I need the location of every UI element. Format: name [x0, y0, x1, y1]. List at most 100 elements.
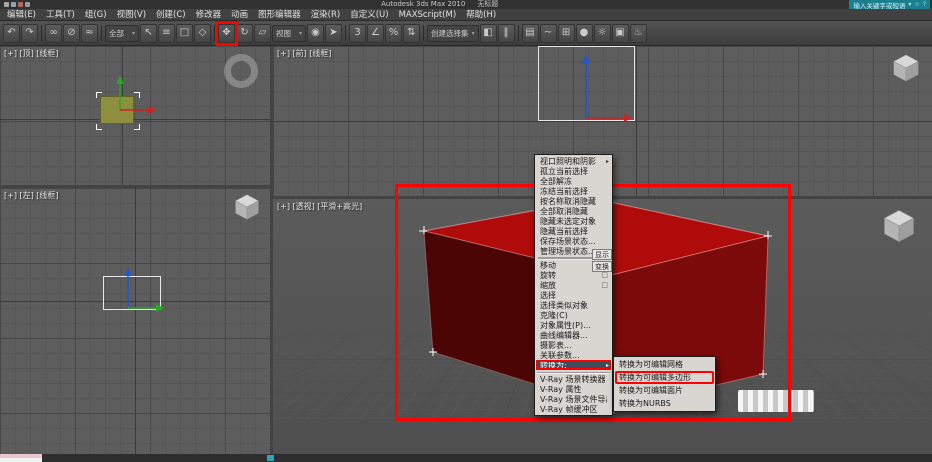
menu-item[interactable]: 自定义(U) [345, 9, 393, 21]
angle-snap-icon[interactable]: ∠ [367, 24, 384, 43]
help-icon[interactable]: ? [923, 1, 926, 8]
context-menu-item[interactable]: 曲线编辑器... [536, 330, 611, 340]
toolbar-separator[interactable] [39, 24, 44, 43]
context-menu-item[interactable]: 隐藏当前选择 [536, 226, 611, 236]
undo-icon[interactable]: ↶ [3, 24, 20, 43]
layer-manager-icon[interactable]: ▤ [522, 24, 539, 43]
viewport-left[interactable]: [+] [左] [线框] [0, 188, 270, 454]
context-menu-item[interactable]: V-Ray 帧缓冲区 [536, 404, 611, 414]
toolbar-separator[interactable] [99, 24, 104, 43]
menu-item[interactable]: 渲染(R) [306, 9, 346, 21]
submenu-item[interactable]: 转换为可编辑面片 [615, 384, 714, 397]
context-menu-item[interactable]: 摄影表... [536, 340, 611, 350]
context-menu-item[interactable]: 按名称取消隐藏 [536, 196, 611, 206]
toolbar-separator[interactable] [421, 24, 426, 43]
menu-item[interactable]: MAXScript(M) [394, 9, 462, 21]
context-menu-item[interactable]: 缩放 □ [536, 280, 611, 290]
menu-item[interactable]: 帮助(H) [461, 9, 501, 21]
select-and-scale-icon[interactable]: ▱ [254, 24, 271, 43]
reference-coordinate-dropdown[interactable]: 视图 [272, 25, 306, 42]
schematic-view-icon[interactable]: ⊞ [558, 24, 575, 43]
context-menu-item[interactable]: 全部取消隐藏 [536, 206, 611, 216]
rendered-frame-window-icon[interactable]: ▣ [612, 24, 629, 43]
percent-snap-icon[interactable]: % [385, 24, 402, 43]
viewcube[interactable] [880, 207, 918, 245]
menu-item[interactable]: 创建(C) [151, 9, 191, 21]
new-file-icon[interactable] [4, 2, 9, 7]
transform-gizmo[interactable] [100, 74, 158, 114]
viewcube[interactable] [232, 192, 262, 222]
context-menu-item[interactable]: 保存场景状态... [536, 236, 611, 246]
select-and-link-icon[interactable]: ∞ [45, 24, 62, 43]
unlink-selection-icon[interactable]: ⊘ [63, 24, 80, 43]
transform-gizmo[interactable] [112, 266, 167, 314]
window-crossing-icon[interactable]: ◇ [194, 24, 211, 43]
viewport-label[interactable]: [+] [透视] [平滑+高光] [277, 201, 362, 212]
viewport-top[interactable]: [+] [顶] [线框] [0, 46, 270, 185]
render-production-icon[interactable]: ♨ [630, 24, 647, 43]
select-by-name-icon[interactable]: ≡ [158, 24, 175, 43]
menu-item[interactable]: 工具(T) [41, 9, 80, 21]
named-selection-sets-dropdown[interactable]: 创建选择集 [427, 25, 479, 42]
material-editor-icon[interactable]: ● [576, 24, 593, 43]
render-setup-icon[interactable]: ☼ [594, 24, 611, 43]
snap-toggle-3d-icon[interactable]: 3 [349, 24, 366, 43]
select-and-move-icon[interactable]: ✥ [218, 24, 235, 43]
context-menu-item[interactable]: V-Ray 场景转换器 [536, 374, 611, 384]
menu-item[interactable]: 视图(V) [112, 9, 151, 21]
transform-gizmo[interactable] [571, 52, 635, 126]
menu-item[interactable]: 动画 [226, 9, 253, 21]
status-bar [0, 454, 932, 462]
context-menu-item[interactable]: V-Ray 属性 [536, 384, 611, 394]
context-menu-item[interactable]: 孤立当前选择 [536, 166, 611, 176]
submenu-item[interactable]: 转换为可编辑多边形 [615, 371, 714, 384]
select-object-icon[interactable]: ↖ [140, 24, 157, 43]
select-and-manipulate-icon[interactable]: ➤ [325, 24, 342, 43]
open-file-icon[interactable] [11, 2, 16, 7]
viewport-label[interactable]: [+] [前] [线框] [277, 48, 332, 59]
toolbar-separator[interactable] [343, 24, 348, 43]
submenu-item[interactable]: 转换为NURBS [615, 397, 714, 410]
menu-item[interactable]: 编辑(E) [2, 9, 41, 21]
context-menu-item[interactable]: 隐藏未选定对象 [536, 216, 611, 226]
selection-bracket [134, 124, 140, 130]
toolbar-separator[interactable] [516, 24, 521, 43]
bind-to-space-warp-icon[interactable]: ≈ [81, 24, 98, 43]
context-menu-item[interactable]: 冻结当前选择 [536, 186, 611, 196]
curve-editor-icon[interactable]: ~ [540, 24, 557, 43]
viewport-label[interactable]: [+] [顶] [线框] [4, 48, 59, 59]
z-axis-arrow [582, 55, 590, 64]
context-menu-item[interactable]: 克隆(C) [536, 310, 611, 320]
rectangular-selection-icon[interactable]: □ [176, 24, 193, 43]
context-menu-item[interactable]: 转换为: ▸ [536, 360, 611, 370]
maxscript-mini-listener[interactable] [0, 454, 42, 462]
viewport-label[interactable]: [+] [左] [线框] [4, 190, 59, 201]
search-icon[interactable]: ▾ [908, 1, 911, 8]
submenu-item[interactable]: 转换为可编辑网格 [615, 358, 714, 371]
use-pivot-point-center-icon[interactable]: ◉ [307, 24, 324, 43]
menu-item[interactable]: 组(G) [80, 9, 112, 21]
align-icon[interactable]: ‖ [498, 24, 515, 43]
context-menu-item[interactable]: 关联参数... [536, 350, 611, 360]
context-menu-item[interactable]: V-Ray 场景文件导出 [536, 394, 611, 404]
watermark-blur [738, 390, 814, 412]
favorites-star-icon[interactable]: ☆ [914, 1, 919, 8]
context-menu-item[interactable]: 全部解冻 [536, 176, 611, 186]
selection-filter-dropdown[interactable]: 全部 [105, 25, 139, 42]
menu-item[interactable]: 修改器 [191, 9, 227, 21]
context-menu-item[interactable]: 对象属性(P)... [536, 320, 611, 330]
context-menu-item[interactable]: 选择类似对象 [536, 300, 611, 310]
select-and-rotate-icon[interactable]: ↻ [236, 24, 253, 43]
context-menu-item[interactable]: 视口照明和阴影 ▸ [536, 156, 611, 166]
menu-item[interactable]: 图形编辑器 [253, 9, 306, 21]
steering-wheel-ring[interactable] [224, 54, 258, 88]
redo-icon[interactable]: ↷ [21, 24, 38, 43]
infocenter-search-box[interactable]: 输入关键字或短语 ▾ ☆ ? [849, 0, 930, 9]
viewcube[interactable] [890, 52, 922, 84]
quad-label-display: 显示 [592, 249, 612, 260]
spinner-snap-icon[interactable]: ⇅ [403, 24, 420, 43]
context-menu-item[interactable]: 选择 [536, 290, 611, 300]
mirror-icon[interactable]: ◧ [480, 24, 497, 43]
y-axis-arrow [116, 76, 124, 84]
save-file-icon[interactable] [18, 2, 23, 7]
